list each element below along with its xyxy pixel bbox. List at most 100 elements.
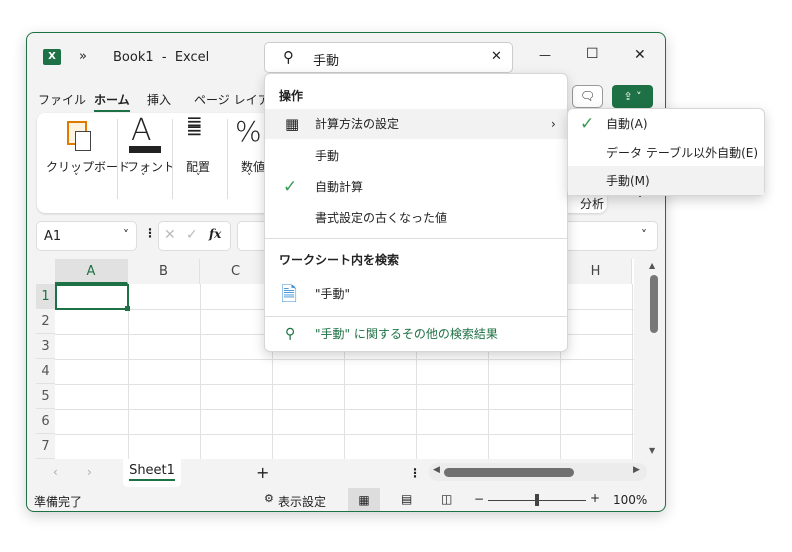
document-search-icon: 🗎 (281, 282, 298, 306)
active-cell-A1[interactable] (55, 284, 129, 310)
submenu-item-label: 自動(A) (606, 117, 648, 131)
column-header[interactable]: H (560, 259, 632, 284)
row-header[interactable]: 2 (36, 309, 55, 334)
column-header[interactable]: B (128, 259, 200, 284)
minimize-button[interactable]: — (539, 48, 551, 62)
prev-sheet-button[interactable]: ‹ (53, 465, 58, 479)
gridline (55, 409, 634, 410)
gridline (632, 284, 633, 459)
column-header[interactable]: A (55, 259, 128, 284)
submenu-item-manual[interactable]: 手動(M) (568, 166, 764, 195)
menu-item-auto-calc[interactable]: ✓ 自動計算 (265, 172, 567, 202)
sheet-search-result[interactable]: 🗎 "手動" (265, 276, 567, 312)
result-label: "手動" (315, 287, 351, 301)
fill-handle[interactable] (125, 306, 130, 311)
zoom-out-button[interactable]: − (474, 492, 484, 506)
submenu-item-auto-except-tables[interactable]: データ テーブル以外自動(E) (568, 138, 764, 167)
row-header[interactable]: 6 (36, 409, 55, 434)
more-results-label: "手動" に関するその他の検索結果 (315, 327, 498, 341)
number-group[interactable]: % 数値 ˅ (227, 113, 267, 213)
clipboard-page-icon (75, 131, 91, 151)
status-ready: 準備完了 (34, 495, 83, 509)
gridline (55, 434, 634, 435)
alignment-group[interactable]: ≡ ≡ 配置 ˅ (172, 111, 227, 213)
chevron-down-icon: ˅ (74, 173, 79, 183)
analysis-button[interactable]: 分析 (580, 195, 604, 212)
search-input[interactable]: ⚲ 手動 ✕ (264, 42, 513, 73)
tab-home[interactable]: ホーム (94, 91, 130, 112)
tab-insert[interactable]: 挿入 (147, 91, 171, 108)
horizontal-scrollbar-thumb[interactable] (444, 468, 574, 477)
column-header[interactable]: C (200, 259, 272, 284)
search-value: 手動 (313, 54, 340, 69)
calculator-icon: ▦ (285, 115, 300, 133)
cancel-icon[interactable]: ✕ (164, 227, 176, 243)
comments-button[interactable]: 🗨 (572, 85, 603, 108)
sheet-tab-sheet1[interactable]: Sheet1 (123, 459, 181, 487)
display-settings-button[interactable]: 表示設定 (278, 493, 326, 510)
horizontal-scrollbar[interactable]: ◀ ▶ (429, 463, 647, 481)
name-box[interactable]: A1 ˅ (36, 221, 137, 251)
insert-function-icon[interactable]: fx (209, 227, 221, 241)
window-title: Book1 - Excel (113, 50, 210, 65)
sheet-options-icon[interactable]: ⋮ (409, 466, 421, 480)
share-button[interactable]: ⇪ ˅ (612, 85, 653, 108)
name-box-value: A1 (44, 229, 62, 244)
font-group[interactable]: A フォント ˅ (117, 113, 175, 213)
menu-item-manual[interactable]: 手動 (265, 141, 567, 171)
gridline (55, 359, 634, 360)
tab-file[interactable]: ファイル (38, 91, 86, 108)
clipboard-group[interactable]: クリップボード ˅ (37, 113, 130, 213)
chevron-right-icon: › (551, 117, 556, 131)
more-search-results-link[interactable]: ⚲ "手動" に関するその他の検索結果 (265, 319, 567, 349)
scroll-right-icon[interactable]: ▶ (633, 465, 640, 475)
submenu-item-label: データ テーブル以外自動(E) (606, 146, 759, 160)
normal-view-button[interactable]: ▦ (348, 488, 380, 511)
page-layout-view-button[interactable]: ▤ (401, 492, 412, 506)
vertical-scrollbar-thumb[interactable] (650, 275, 658, 333)
page-break-view-button[interactable]: ◫ (441, 492, 452, 506)
scroll-left-icon[interactable]: ◀ (433, 465, 440, 475)
checkmark-icon: ✓ (580, 114, 595, 134)
select-all-button[interactable] (36, 259, 55, 284)
search-results-menu: 操作 ▦ 計算方法の設定 › 手動 ✓ 自動計算 書式設定の古くなった値 ワーク… (264, 73, 568, 352)
maximize-button[interactable]: ☐ (586, 46, 599, 62)
checkmark-icon: ✓ (283, 177, 298, 197)
add-sheet-button[interactable]: + (256, 463, 269, 482)
chevron-down-icon: ˅ (196, 173, 201, 183)
more-commands-button[interactable]: » (79, 49, 87, 64)
scroll-up-icon[interactable]: ▲ (649, 261, 655, 270)
zoom-level[interactable]: 100% (613, 493, 647, 507)
row-header[interactable]: 7 (36, 434, 55, 459)
zoom-slider-thumb[interactable] (535, 494, 539, 506)
row-header[interactable]: 3 (36, 334, 55, 359)
menu-item-label: 自動計算 (315, 180, 364, 194)
scroll-down-icon[interactable]: ▼ (649, 446, 655, 455)
percent-icon: % (235, 115, 262, 148)
sheet-tab-label: Sheet1 (129, 463, 175, 481)
number-label: 数値 (241, 160, 266, 174)
next-sheet-button[interactable]: › (87, 465, 92, 479)
formula-buttons: ✕ ✓ fx (158, 221, 231, 251)
row-header[interactable]: 5 (36, 384, 55, 409)
menu-item-calculation-options[interactable]: ▦ 計算方法の設定 › (265, 109, 567, 139)
chevron-down-icon: ˅ (123, 228, 129, 242)
font-color-bar (129, 146, 161, 153)
formula-options-icon[interactable]: ⋮ (144, 226, 156, 240)
zoom-in-button[interactable]: + (590, 491, 600, 505)
submenu-item-automatic[interactable]: ✓ 自動(A) (568, 109, 764, 138)
gridline (55, 384, 634, 385)
row-header[interactable]: 1 (36, 284, 55, 309)
font-icon: A (131, 113, 152, 148)
menu-item-stale-values[interactable]: 書式設定の古くなった値 (265, 203, 567, 233)
chevron-down-icon[interactable]: ˅ (641, 228, 647, 242)
enter-icon[interactable]: ✓ (186, 227, 198, 243)
divider (265, 316, 567, 317)
submenu-item-label: 手動(M) (606, 174, 650, 188)
row-header[interactable]: 4 (36, 359, 55, 384)
excel-logo-icon: X (43, 49, 61, 65)
clear-search-icon[interactable]: ✕ (491, 49, 502, 64)
close-button[interactable]: ✕ (634, 47, 646, 63)
display-settings-icon: ⚙ (264, 492, 274, 505)
section-sheet-heading: ワークシート内を検索 (279, 253, 400, 267)
